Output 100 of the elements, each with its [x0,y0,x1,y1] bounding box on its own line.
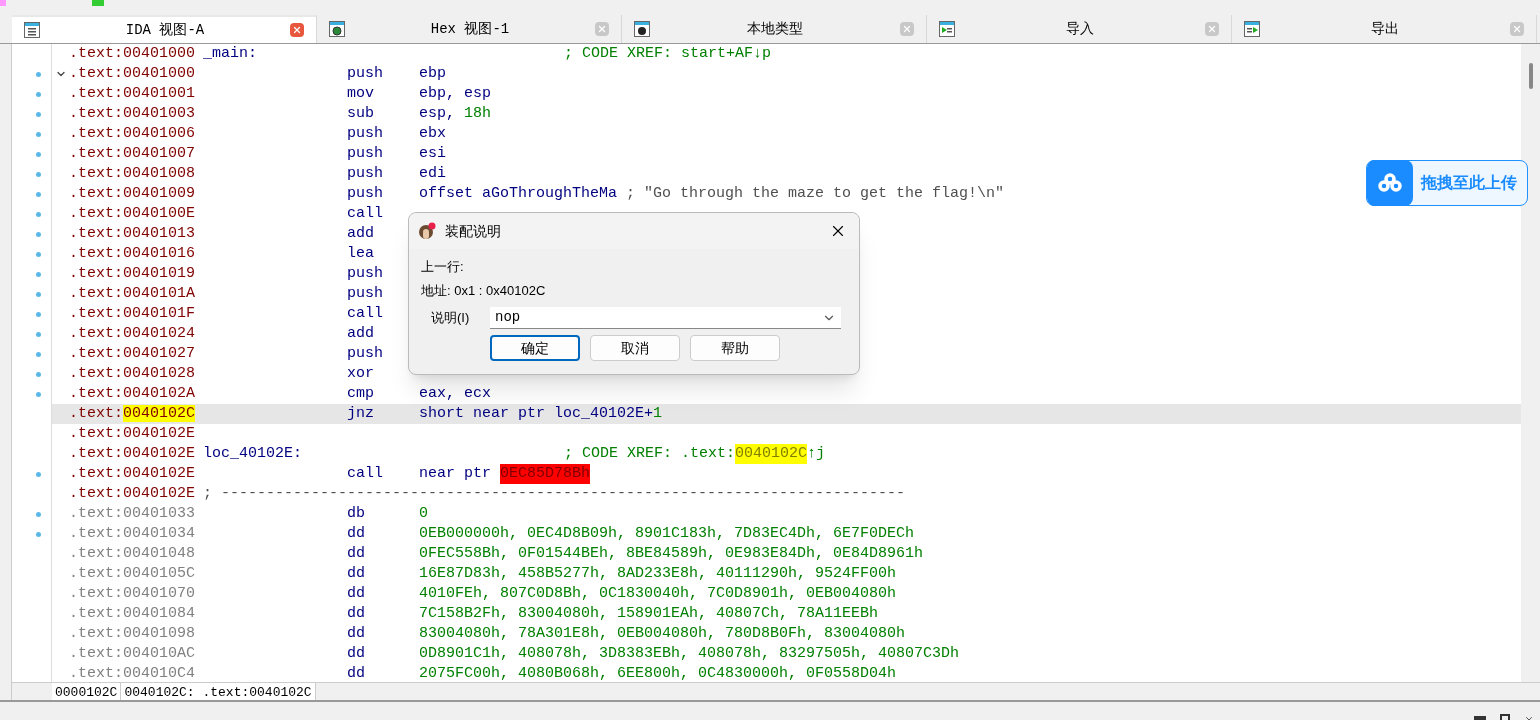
operand: eax, ecx [419,384,491,404]
app-icon [417,221,437,241]
mnemonic: mov [347,84,375,104]
cloud-icon [1367,160,1413,206]
info-view-icon [634,21,650,37]
operand: 1 [653,404,663,424]
mnemonic: jnz [347,404,375,424]
address: .text:0040101A [69,284,197,304]
code-comment: ; CODE XREF: .text: [564,444,736,464]
code-label: _main: [203,44,258,64]
mnemonic: add [347,324,375,344]
mnemonic: push [347,344,384,364]
code-label: loc_40102E: [203,444,304,464]
code-comment: 0040102C [735,444,808,464]
operand: 0D8901C1h, 408078h, 3D8383EBh, 408078h, 83297505h, 40807C3Dh [419,644,960,664]
restore-icon[interactable] [1500,714,1510,720]
operand: esi [419,144,446,164]
mnemonic: dd [347,664,366,682]
mnemonic: dd [347,544,366,564]
operand: 2075FC00h, 4080B068h, 6EE800h, 0C4830000h, 0F0558D04h [419,664,897,682]
dialog-text: 上一行: [421,258,465,277]
operand: 0EB000000h, 0EC4D8B09h, 8901C183h, 7D83EC4Dh, 6E7F0DECh [419,524,915,544]
code-comment: ; CODE XREF: start+AF↓p [564,44,772,64]
address: .text:0040102E [69,444,197,464]
mnemonic: sub [347,104,375,124]
address: .text:0040102C [69,404,197,424]
mnemonic: dd [347,644,366,664]
operand: short near ptr loc_40102E+ [419,404,654,424]
mnemonic: push [347,264,384,284]
address: .text:0040102E [69,484,197,504]
address: .text:0040101F [69,304,197,324]
listing-view-icon [24,22,40,38]
address: .text:0040102E [69,424,197,444]
operand: 16E87D83h, 458B5277h, 8AD233E8h, 40111290h, 9524FF00h [419,564,897,584]
address: .text:0040105C [69,564,197,584]
legend-swatch-icon [0,0,6,6]
address: .text:00401008 [69,164,197,184]
address: .text:00401000 [69,64,197,84]
mnemonic: dd [347,624,366,644]
mnemonic: db [347,504,366,524]
close-icon[interactable] [1524,715,1534,720]
address: .text:00401048 [69,544,197,564]
mnemonic: push [347,144,384,164]
address: .text:0040102E [69,464,197,484]
address: .text:00401070 [69,584,197,604]
comment-dropdown[interactable]: nop [490,307,841,329]
operand: esp, [419,104,456,124]
address: .text:0040100E [69,204,197,224]
address: .text:00401006 [69,124,197,144]
address: .text:00401009 [69,184,197,204]
mnemonic: call [347,204,384,224]
operand: near ptr [419,464,492,484]
address: .text:00401007 [69,144,197,164]
address: .text:0040102A [69,384,197,404]
mnemonic: dd [347,604,366,624]
address: .text:00401027 [69,344,197,364]
mnemonic: call [347,464,384,484]
address: .text:00401024 [69,324,197,344]
dialog-button[interactable]: 取消 [590,335,680,361]
address: .text:00401028 [69,364,197,384]
status-field: 0040102C: .text:0040102C [121,683,316,700]
operand: 0FEC558Bh, 0F01544BEh, 8BE84589h, 0E983E84Dh, 0E84D8961h [419,544,924,564]
operand: 0EC85D78Bh [500,464,591,484]
operand: ebx [419,124,446,144]
address: .text:00401003 [69,104,197,124]
hex-view-icon [329,21,345,37]
address: .text:00401016 [69,244,197,264]
mnemonic: push [347,284,384,304]
dialog-button[interactable]: 确定 [490,335,580,361]
address: .text:00401013 [69,224,197,244]
dialog-text: 地址: 0x1 : 0x40102C [421,282,547,301]
address: .text:00401034 [69,524,197,544]
operand: edi [419,164,446,184]
mnemonic: call [347,304,384,324]
operand: ebp, esp [419,84,491,104]
dialog-button[interactable]: 帮助 [690,335,780,361]
mnemonic: add [347,224,375,244]
mnemonic: dd [347,584,366,604]
view-tab[interactable]: IDA 视图-A [12,15,317,43]
scrollbar[interactable] [1521,44,1540,682]
code-comment: ↑j [807,444,826,464]
mnemonic: dd [347,524,366,544]
mnemonic: lea [347,244,375,264]
address: .text:004010AC [69,644,197,664]
address: .text:00401098 [69,624,197,644]
mnemonic: cmp [347,384,375,404]
minimize-icon[interactable] [1474,716,1486,720]
address: .text:004010C4 [69,664,197,682]
mnemonic: push [347,124,384,144]
operand: 18h [464,104,492,124]
operand: ebp [419,64,446,84]
operand: 0 [419,504,428,524]
mnemonic: push [347,64,384,84]
import-view-icon [939,21,955,37]
operand: 83004080h, 78A301E8h, 0EB004080h, 780D8B0Fh, 83004080h [419,624,906,644]
legend-swatch-icon [92,0,104,6]
mnemonic: push [347,164,384,184]
dialog-title: 装配说明 [445,221,501,241]
field-label: 说明(I) [430,309,471,328]
address: .text:00401001 [69,84,197,104]
